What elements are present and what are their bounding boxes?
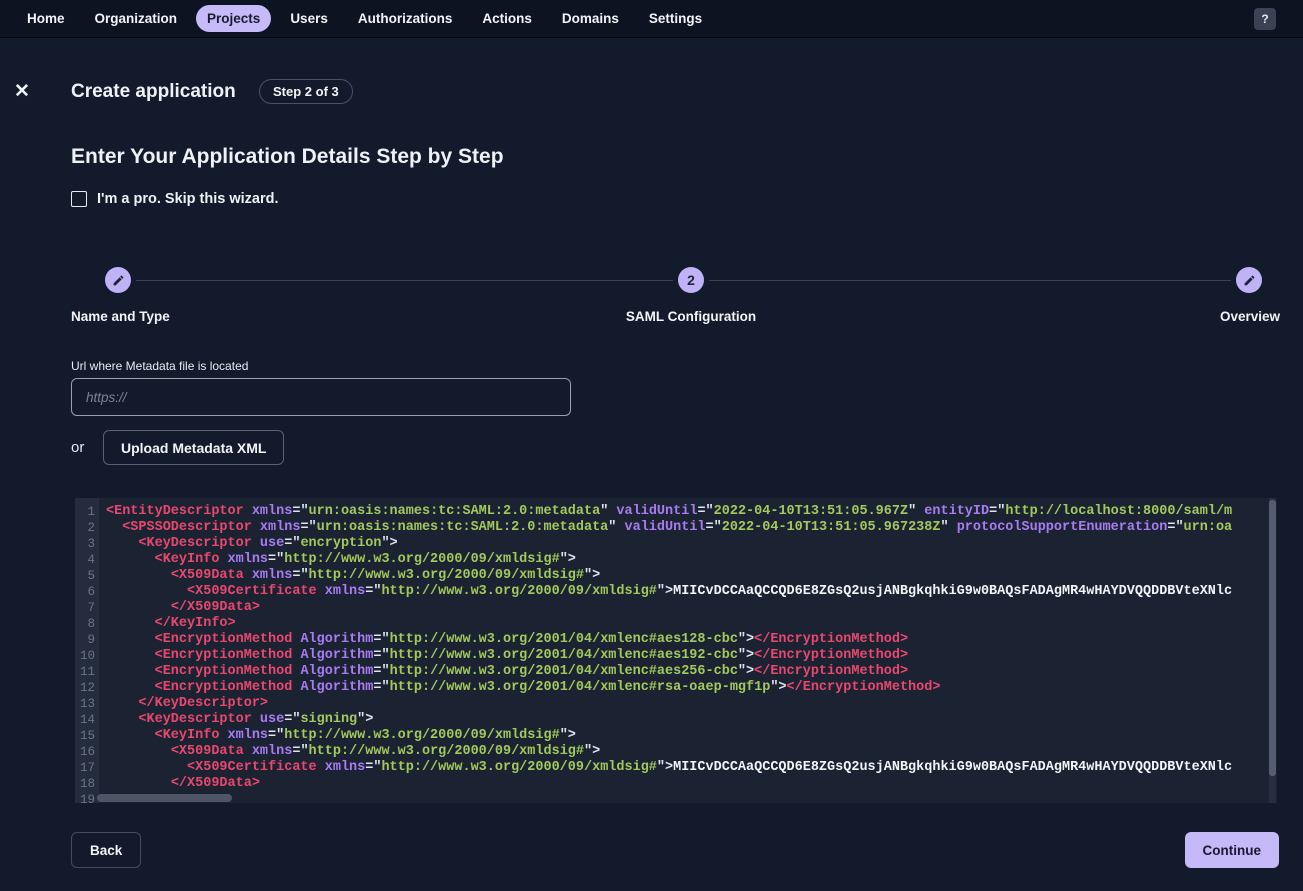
upload-metadata-button[interactable]: Upload Metadata XML — [103, 430, 284, 465]
nav-item-users[interactable]: Users — [279, 5, 339, 32]
metadata-url-input[interactable] — [71, 378, 571, 416]
continue-button[interactable]: Continue — [1185, 832, 1280, 868]
back-button[interactable]: Back — [71, 832, 141, 868]
wizard-stepper: 2 Name and Type SAML Configuration Overv… — [71, 267, 1280, 325]
step-2-number: 2 — [687, 272, 695, 288]
top-navbar: Home Organization Projects Users Authori… — [0, 0, 1303, 38]
step-2-label: SAML Configuration — [591, 309, 791, 324]
skip-wizard-checkbox[interactable] — [71, 191, 87, 207]
editor-code[interactable]: <EntityDescriptor xmlns="urn:oasis:names… — [99, 498, 1277, 803]
or-label: or — [71, 439, 84, 456]
nav-item-settings[interactable]: Settings — [638, 5, 713, 32]
help-button[interactable]: ? — [1254, 8, 1276, 30]
step-3-label: Overview — [1220, 309, 1280, 324]
nav-item-authorizations[interactable]: Authorizations — [347, 5, 464, 32]
nav-item-domains[interactable]: Domains — [551, 5, 630, 32]
metadata-url-label: Url where Metadata file is located — [71, 359, 248, 373]
vertical-scrollbar-thumb[interactable] — [1269, 500, 1276, 776]
step-badge: Step 2 of 3 — [259, 79, 353, 104]
close-icon[interactable]: ✕ — [11, 80, 33, 102]
nav-item-organization[interactable]: Organization — [84, 5, 189, 32]
skip-wizard-row[interactable]: I'm a pro. Skip this wizard. — [71, 191, 279, 207]
step-1-circle[interactable] — [105, 267, 131, 293]
nav-item-projects[interactable]: Projects — [196, 5, 271, 32]
page-title: Create application — [71, 81, 236, 103]
pencil-icon — [112, 274, 125, 287]
xml-metadata-editor[interactable]: 12345678910111213141516171819 <EntityDes… — [75, 498, 1277, 803]
step-3-circle[interactable] — [1236, 267, 1262, 293]
step-1-label: Name and Type — [71, 309, 170, 324]
nav-item-home[interactable]: Home — [16, 5, 76, 32]
nav-item-actions[interactable]: Actions — [471, 5, 543, 32]
step-2-circle[interactable]: 2 — [678, 267, 704, 293]
horizontal-scrollbar-thumb[interactable] — [97, 794, 232, 802]
skip-wizard-label: I'm a pro. Skip this wizard. — [97, 191, 279, 207]
editor-gutter: 12345678910111213141516171819 — [75, 498, 99, 803]
pencil-icon — [1243, 274, 1256, 287]
wizard-heading: Enter Your Application Details Step by S… — [71, 145, 504, 169]
